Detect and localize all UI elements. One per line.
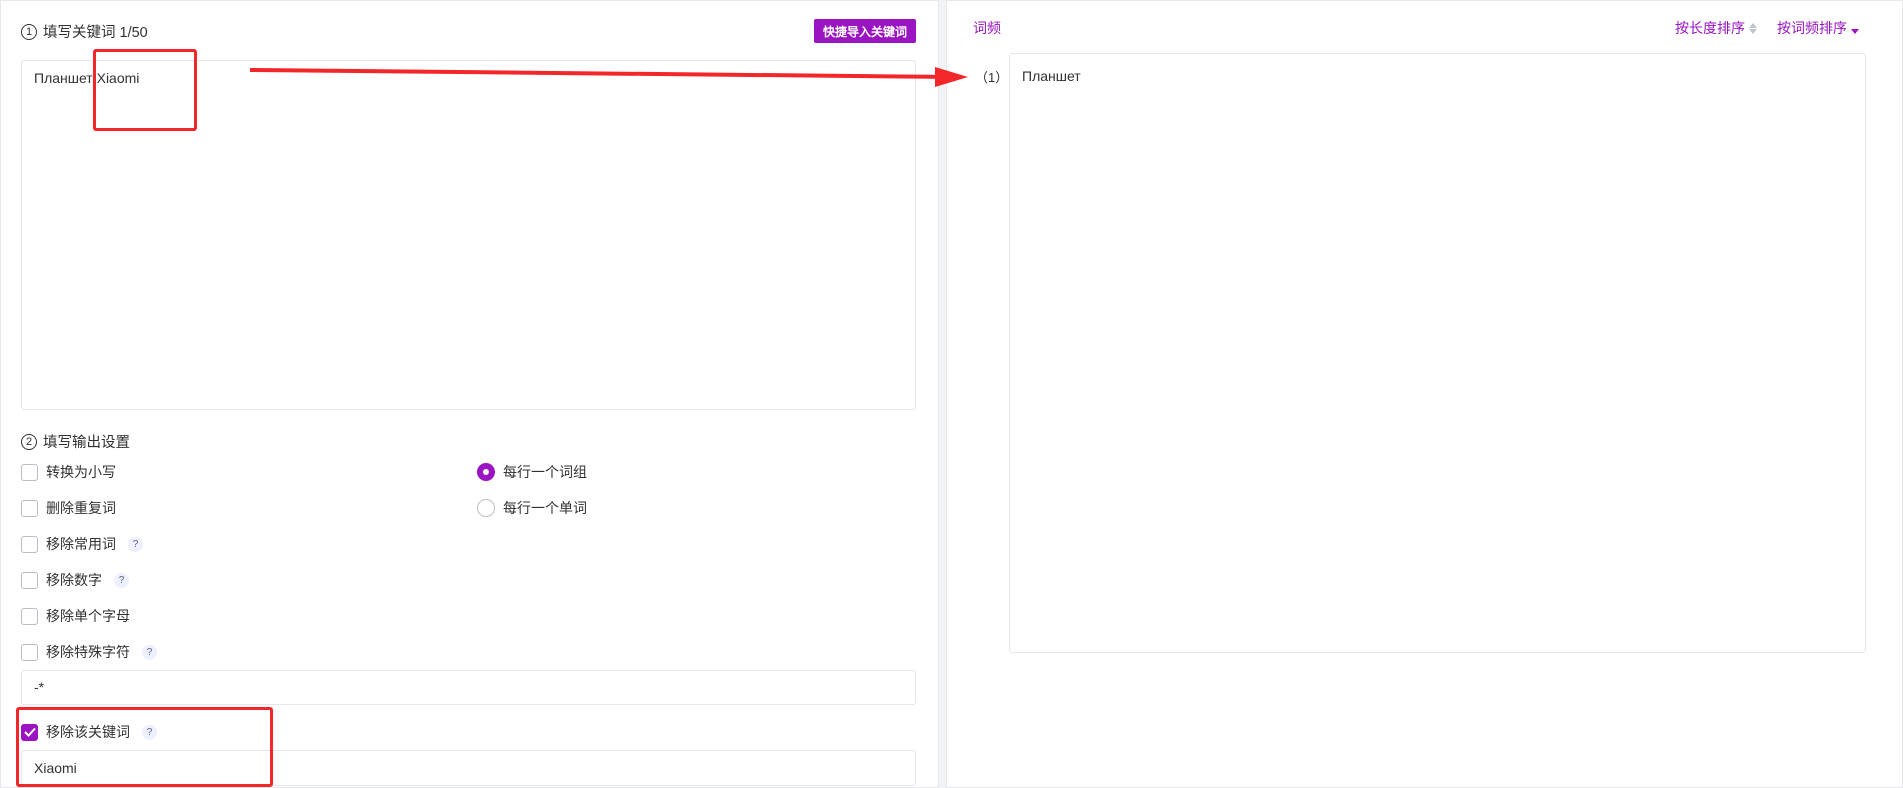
annotation-arrow-icon <box>249 67 968 87</box>
